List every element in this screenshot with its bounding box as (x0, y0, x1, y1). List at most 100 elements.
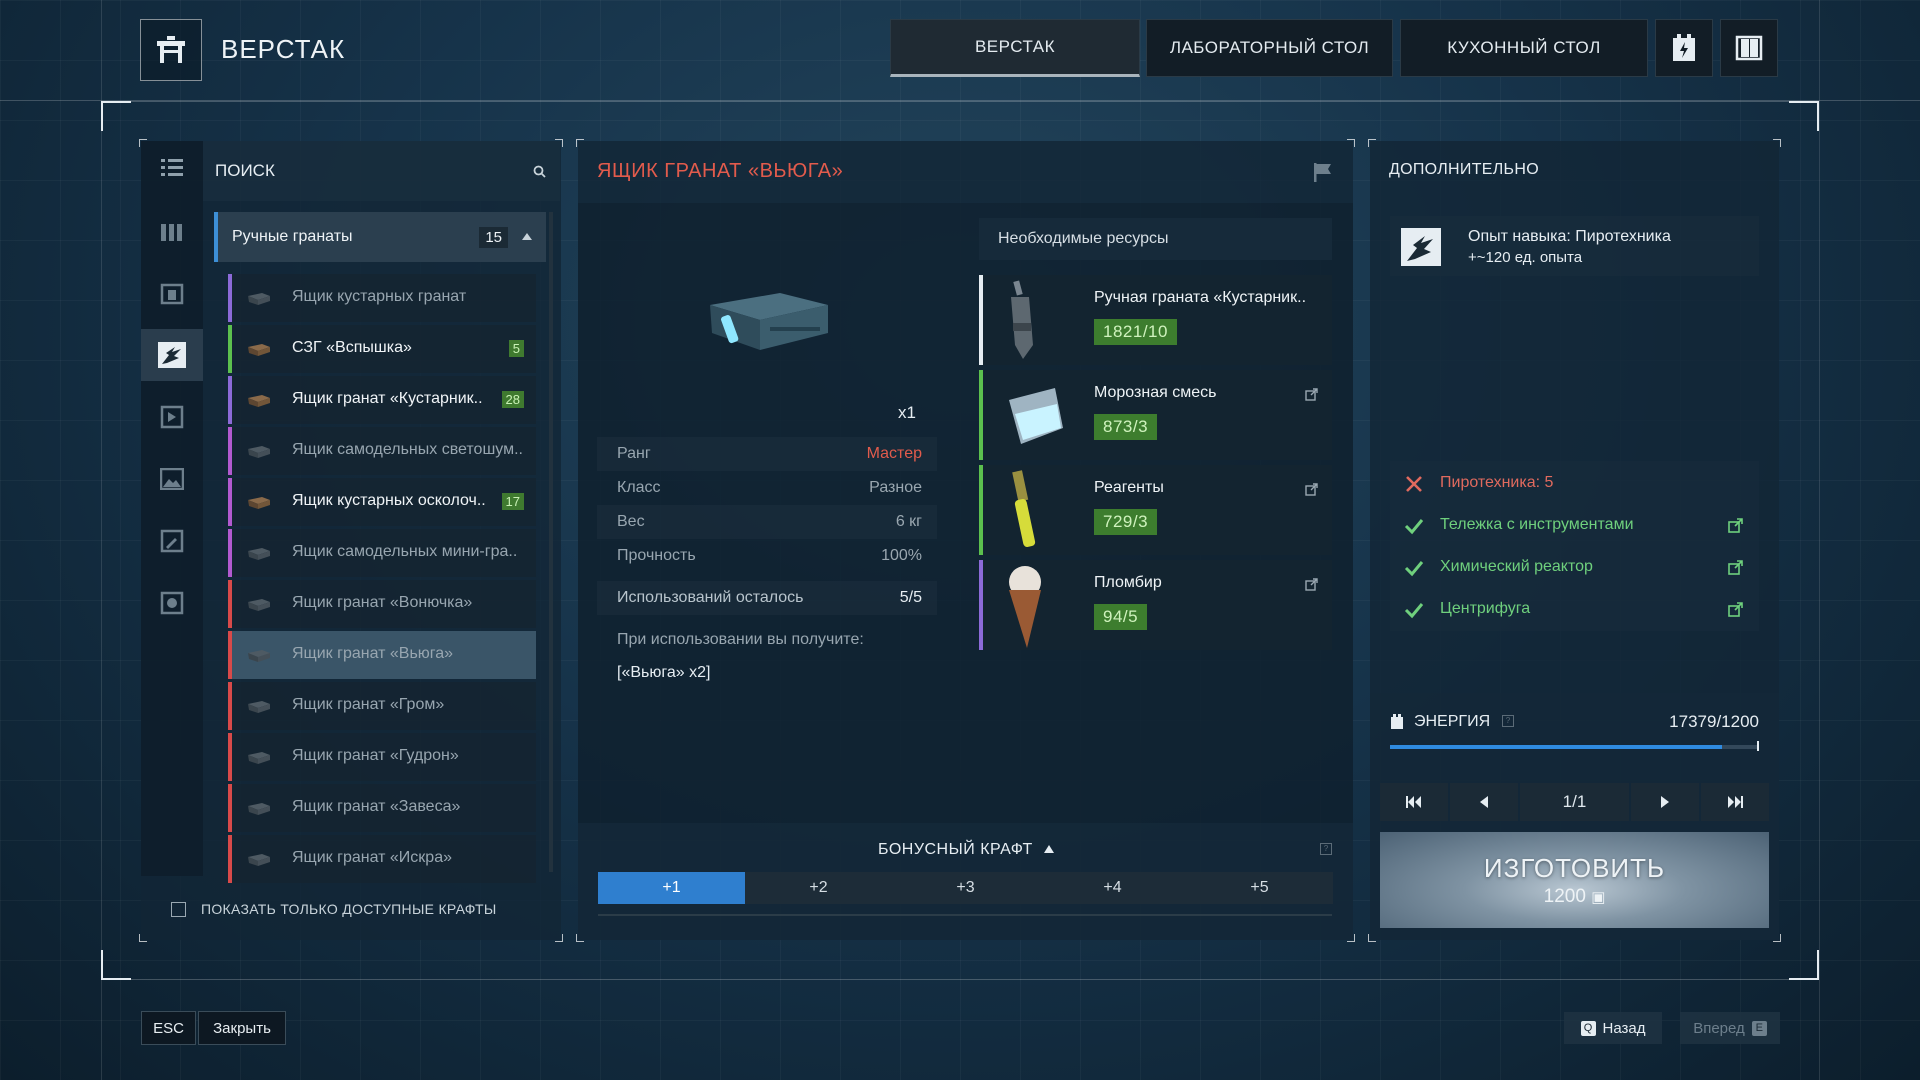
item-thumbnail (246, 798, 272, 818)
next-page-button[interactable] (1631, 783, 1699, 821)
external-link-icon[interactable] (1728, 518, 1743, 538)
available-count-badge: 5 (508, 340, 524, 357)
explosives-category-icon[interactable] (141, 329, 203, 381)
stat-row: Использований осталось 5/5 (597, 581, 937, 615)
list-item-label: Ящик гранат «Гудрон» (292, 747, 459, 764)
item-thumbnail (246, 849, 272, 869)
gear-category-icon[interactable] (141, 577, 203, 629)
ammo-category-icon[interactable] (141, 205, 203, 257)
resources-title: Необходимые ресурсы (979, 218, 1332, 260)
list-item[interactable]: Ящик самодельных мини-гра.. (228, 529, 536, 577)
energy-value: 17379/1200 (1669, 712, 1759, 731)
rarity-bar (228, 376, 232, 424)
requirement-label: Пиротехника: 5 (1440, 474, 1554, 491)
external-link-icon[interactable] (1305, 388, 1318, 406)
search-label: ПОИСК (215, 161, 275, 180)
panel-bracket (576, 139, 584, 147)
list-item[interactable]: Ящик гранат «Вьюга» (228, 631, 536, 679)
show-available-label: ПОКАЗАТЬ ТОЛЬКО ДОСТУПНЫЕ КРАФТЫ (201, 901, 497, 917)
show-available-checkbox[interactable] (171, 902, 186, 917)
armor-category-icon[interactable] (141, 267, 203, 319)
external-link-icon[interactable] (1728, 602, 1743, 622)
rarity-bar (228, 835, 232, 883)
bonus-tab[interactable]: +5 (1186, 872, 1333, 904)
tab-lab-table[interactable]: ЛАБОРАТОРНЫЙ СТОЛ (1146, 19, 1393, 77)
list-item-label: Ящик гранат «Вьюга» (292, 645, 454, 662)
back-button[interactable]: Q Назад (1564, 1012, 1662, 1044)
stat-value: 100% (881, 547, 922, 564)
help-icon[interactable]: ? (1320, 843, 1332, 855)
check-icon (1404, 516, 1424, 536)
resource-name: Пломбир (1094, 574, 1162, 591)
rarity-bar (228, 784, 232, 832)
grenade-crate-image (710, 293, 828, 350)
tab-kitchen-table[interactable]: КУХОННЫЙ СТОЛ (1400, 19, 1648, 77)
list-item[interactable]: Ящик гранат «Кустарник.. 28 (228, 376, 536, 424)
rarity-bar (228, 274, 232, 322)
search-bar[interactable]: ПОИСК (203, 141, 560, 201)
list-item[interactable]: Ящик гранат «Гром» (228, 682, 536, 730)
list-item-label: СЗГ «Вспышка» (292, 339, 412, 356)
battery-icon (1673, 34, 1695, 61)
stat-row: Класс Разное (597, 471, 937, 505)
resource-row: Пломбир 94/5 (979, 560, 1332, 650)
energy-battery-button[interactable] (1655, 19, 1713, 77)
list-scrollbar[interactable] (549, 212, 553, 872)
stat-label: Ранг (617, 445, 651, 462)
list-item[interactable]: Ящик гранат «Вонючка» (228, 580, 536, 628)
list-view-icon[interactable] (141, 141, 203, 193)
available-count-badge: 28 (501, 391, 524, 408)
energy-fill (1390, 745, 1723, 749)
external-link-icon[interactable] (1305, 483, 1318, 501)
esc-key[interactable]: ESC (141, 1011, 196, 1045)
craft-button[interactable]: ИЗГОТОВИТЬ 1200 ▣ (1380, 832, 1769, 928)
requirement-label: Тележка с инструментами (1440, 516, 1634, 533)
list-item-label: Ящик гранат «Искра» (292, 849, 452, 866)
category-hand-grenades[interactable]: Ручные гранаты 15 (214, 212, 546, 262)
list-item[interactable]: Ящик кустарных осколоч.. 17 (228, 478, 536, 526)
bonus-progress-track (598, 914, 1332, 916)
list-item[interactable]: Ящик самодельных светошум.. (228, 427, 536, 475)
item-thumbnail (246, 645, 272, 665)
list-item-label: Ящик гранат «Гром» (292, 696, 445, 713)
help-icon[interactable]: ? (1502, 715, 1514, 727)
medicine-category-icon[interactable] (141, 391, 203, 443)
rarity-bar (228, 478, 232, 526)
last-page-button[interactable] (1701, 783, 1769, 821)
close-button[interactable]: Закрыть (198, 1011, 286, 1045)
bonus-tab[interactable]: +4 (1039, 872, 1186, 904)
flag-icon[interactable] (1312, 162, 1332, 182)
external-link-icon[interactable] (1728, 560, 1743, 580)
search-icon (533, 165, 546, 178)
tools-category-icon[interactable] (141, 515, 203, 567)
list-item[interactable]: Ящик гранат «Завеса» (228, 784, 536, 832)
image-category-icon[interactable] (141, 453, 203, 505)
resource-quantity: 1821/10 (1094, 319, 1177, 345)
panel-bracket (1368, 139, 1376, 147)
panel-bracket (1773, 139, 1781, 147)
recipe-book-button[interactable] (1720, 19, 1778, 77)
external-link-icon[interactable] (1305, 578, 1318, 596)
category-rail (141, 141, 203, 876)
list-item[interactable]: Ящик гранат «Искра» (228, 835, 536, 883)
forward-button[interactable]: Вперед E (1680, 1012, 1780, 1044)
item-thumbnail (246, 696, 272, 716)
list-item[interactable]: Ящик кустарных гранат (228, 274, 536, 322)
stat-label: Класс (617, 479, 661, 496)
bonus-tab[interactable]: +1 (598, 872, 745, 904)
resource-image (1001, 370, 1071, 460)
bonus-tab[interactable]: +2 (745, 872, 892, 904)
rarity-bar (228, 427, 232, 475)
rarity-bar (979, 560, 983, 650)
list-item[interactable]: СЗГ «Вспышка» 5 (228, 325, 536, 373)
list-item[interactable]: Ящик гранат «Гудрон» (228, 733, 536, 781)
workbench-icon (140, 19, 202, 81)
first-page-button[interactable] (1380, 783, 1448, 821)
list-item-label: Ящик гранат «Вонючка» (292, 594, 473, 611)
chevron-up-icon[interactable] (1044, 845, 1054, 853)
stat-row: Вес 6 кг (597, 505, 937, 539)
bonus-tab[interactable]: +3 (892, 872, 1039, 904)
prev-page-button[interactable] (1450, 783, 1518, 821)
item-thumbnail (246, 288, 272, 308)
tab-workbench[interactable]: ВЕРСТАК (890, 19, 1140, 77)
